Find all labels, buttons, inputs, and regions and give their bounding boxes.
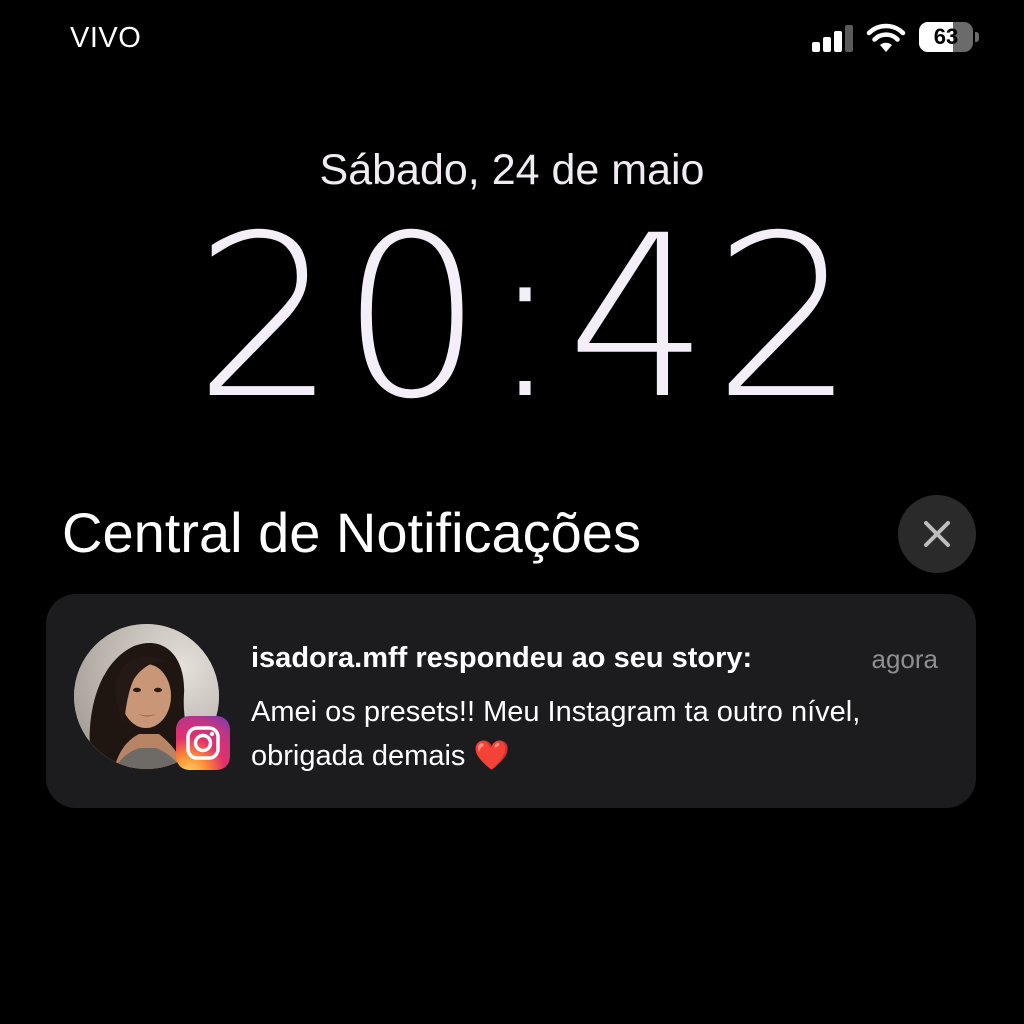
notification-center-title: Central de Notificações xyxy=(62,501,641,564)
notification-title: isadora.mff respondeu ao seu story: xyxy=(251,642,753,674)
signal-bar xyxy=(812,42,820,52)
heart-emoji-icon: ❤️ xyxy=(473,740,510,772)
signal-bar xyxy=(823,37,831,52)
notification-message: Amei os presets!! Meu Instagram ta outro… xyxy=(251,696,861,772)
notification-body: Amei os presets!! Meu Instagram ta outro… xyxy=(251,690,911,778)
lock-screen: VIVO 63 Sábado, 24 de maio 20:42 Central… xyxy=(0,0,1024,1024)
signal-bar xyxy=(834,31,842,52)
carrier-name: VIVO xyxy=(70,22,142,54)
lock-screen-clock: 20:42 xyxy=(194,187,860,448)
battery-icon: 63 xyxy=(919,22,979,52)
notification-card[interactable]: isadora.mff respondeu ao seu story: agor… xyxy=(46,594,976,808)
notification-timestamp: agora xyxy=(871,644,939,674)
clear-notifications-button[interactable] xyxy=(898,495,976,573)
signal-bar xyxy=(845,25,853,52)
wifi-icon xyxy=(866,20,906,54)
instagram-icon xyxy=(176,716,230,770)
battery-percentage: 63 xyxy=(933,24,959,49)
close-icon xyxy=(924,521,950,547)
battery-body: 63 xyxy=(919,22,973,52)
battery-nub xyxy=(975,32,979,42)
cellular-signal-icon xyxy=(812,24,854,52)
